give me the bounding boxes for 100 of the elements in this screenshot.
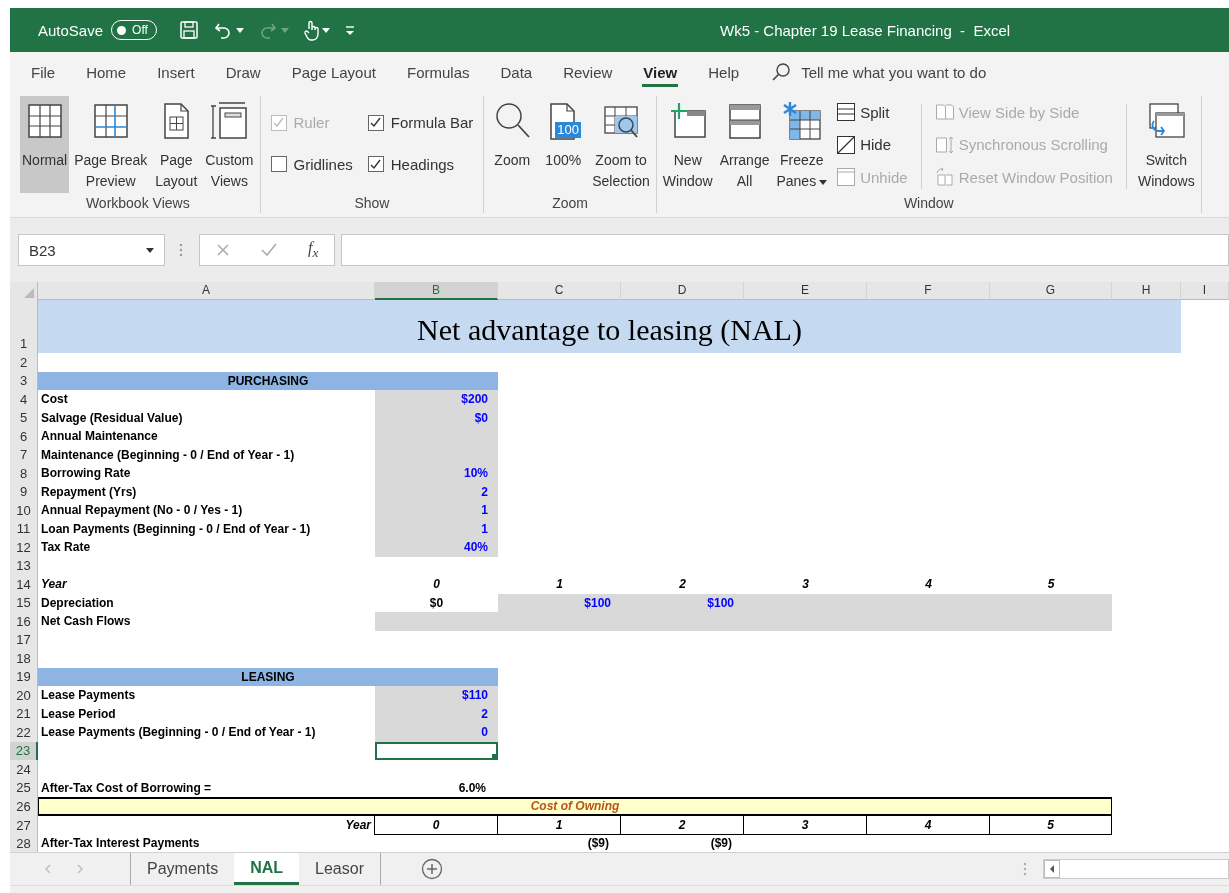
ribbon-button[interactable]: Arrange All [717, 96, 772, 193]
row-label: Loan Payments (Beginning - 0 / End of Year - 1) [40, 520, 312, 538]
sheet-tab[interactable]: Payments [131, 853, 235, 885]
row-header[interactable]: 2 [10, 353, 38, 372]
caret-icon[interactable] [235, 27, 244, 33]
row-label: Cost [40, 391, 69, 408]
checkbox[interactable]: Headings [367, 155, 474, 173]
add-sheet-icon[interactable] [420, 858, 443, 880]
split-icon [836, 102, 857, 122]
formula-field[interactable] [341, 234, 1229, 266]
row-header[interactable]: 26 [10, 797, 38, 816]
value-cell-text: ($9) [586, 835, 610, 852]
row-label: Repayment (Yrs) [40, 483, 138, 501]
ribbon-button[interactable]: Page Layout [152, 96, 201, 193]
menu-tab[interactable]: File [30, 57, 57, 87]
menu-tab[interactable]: Data [499, 57, 534, 87]
row-header[interactable]: 10 [10, 501, 38, 520]
horizontal-scrollbar[interactable] [1043, 859, 1229, 879]
section-header: LEASING [38, 667, 498, 686]
menu-tab[interactable]: View [642, 57, 679, 87]
column-header[interactable]: B [375, 282, 498, 300]
sheet-tab[interactable]: Leasor [299, 853, 380, 885]
row-label: Lease Period [40, 705, 117, 723]
group-label: Show [353, 194, 391, 213]
ribbon-button[interactable]: Switch Windows [1135, 96, 1197, 193]
checkbox[interactable]: Gridlines [270, 155, 353, 173]
switch-windows-icon [1146, 101, 1187, 141]
value-cell-text: 6.0% [457, 779, 487, 797]
column-header[interactable]: D [621, 282, 744, 300]
year-cell-text: 2 [678, 576, 687, 593]
ribbon-button[interactable]: Hide [836, 134, 908, 155]
caret-icon[interactable] [321, 27, 330, 33]
name-box[interactable]: B23 [18, 234, 165, 266]
year-cell-text: 4 [924, 576, 933, 593]
row-header[interactable]: 24 [10, 760, 38, 779]
menu-tab[interactable]: Home [85, 57, 128, 87]
row-header[interactable]: 27 [10, 815, 38, 835]
column-header[interactable]: G [990, 282, 1112, 300]
year-cell-text: 0 [432, 576, 441, 593]
ribbon-button[interactable]: New Window [660, 96, 715, 193]
row-header[interactable]: 6 [10, 427, 38, 446]
column-header[interactable]: I [1181, 282, 1229, 300]
year-cell-text: 3 [801, 576, 810, 593]
column-header[interactable]: C [498, 282, 621, 300]
quick-access-button[interactable] [302, 19, 330, 41]
column-header[interactable]: H [1112, 282, 1181, 300]
quick-access-button[interactable] [178, 20, 199, 40]
ribbon-button[interactable]: Zoom [488, 96, 537, 193]
caret-icon[interactable] [819, 179, 828, 185]
row-header[interactable]: 22 [10, 723, 38, 742]
sync-scroll-icon [934, 134, 955, 155]
menu-tab[interactable]: Review [562, 57, 614, 87]
group-label: Zoom [551, 194, 589, 213]
ribbon-button[interactable]: Normal [20, 96, 70, 193]
row-label: Depreciation [40, 594, 115, 612]
search-field[interactable]: Tell me what you want to do [799, 62, 1044, 82]
row-header[interactable]: 28 [10, 834, 38, 852]
ribbon-button[interactable]: 100 100% [539, 96, 588, 193]
row-header[interactable]: 4 [10, 390, 38, 409]
menu-tab[interactable]: Draw [224, 57, 262, 87]
input-cell: $100 [621, 593, 744, 612]
row-label: Lease Payments (Beginning - 0 / End of Year - 1) [40, 724, 317, 741]
search-icon[interactable] [771, 62, 792, 82]
row-header[interactable]: 16 [10, 612, 38, 631]
row-header[interactable]: 14 [10, 575, 38, 594]
input-cell: 10% [375, 464, 498, 483]
row-header[interactable]: 12 [10, 538, 38, 557]
input-cell: $200 [375, 390, 498, 409]
insert-function-button[interactable]: f$_{x}$ [308, 238, 319, 262]
column-header[interactable]: E [744, 282, 867, 300]
save-icon [178, 20, 199, 40]
caret-icon[interactable] [146, 247, 154, 253]
checkbox[interactable]: Formula Bar [367, 114, 474, 132]
menu-tab[interactable]: Page Layout [290, 57, 377, 87]
column-header[interactable]: A [38, 282, 375, 300]
cell-cursor[interactable] [375, 741, 498, 760]
group-label: Window [902, 194, 955, 213]
value-cell-text: $0 [428, 594, 445, 612]
ribbon-button[interactable]: Freeze Panes [774, 96, 830, 193]
menu-tab[interactable]: Insert [156, 57, 196, 87]
ribbon-button[interactable]: Page Break Preview [72, 96, 150, 193]
row-header[interactable]: 18 [10, 649, 38, 668]
column-header[interactable]: F [867, 282, 990, 300]
group-label: Workbook Views [84, 194, 191, 213]
row-header[interactable]: 8 [10, 464, 38, 483]
row-header[interactable]: 1 [10, 300, 38, 353]
input-cell: $110 [375, 686, 498, 705]
customize-icon [343, 23, 356, 37]
input-cell: 40% [375, 538, 498, 557]
row-header[interactable]: 20 [10, 686, 38, 705]
ribbon-button[interactable]: Custom Views [203, 96, 256, 193]
sheet-tab[interactable]: NAL [234, 853, 300, 885]
year-cell: 0 [375, 815, 498, 835]
ribbon-button[interactable]: Split [836, 102, 908, 122]
row-label: Year [40, 576, 68, 593]
ribbon-button[interactable]: Zoom to Selection [590, 96, 652, 193]
menu-tab[interactable]: Formulas [405, 57, 471, 87]
year-cell-text: 5 [1046, 576, 1056, 593]
quick-access-button[interactable] [343, 23, 356, 37]
menu-tab[interactable]: Help [707, 57, 741, 87]
